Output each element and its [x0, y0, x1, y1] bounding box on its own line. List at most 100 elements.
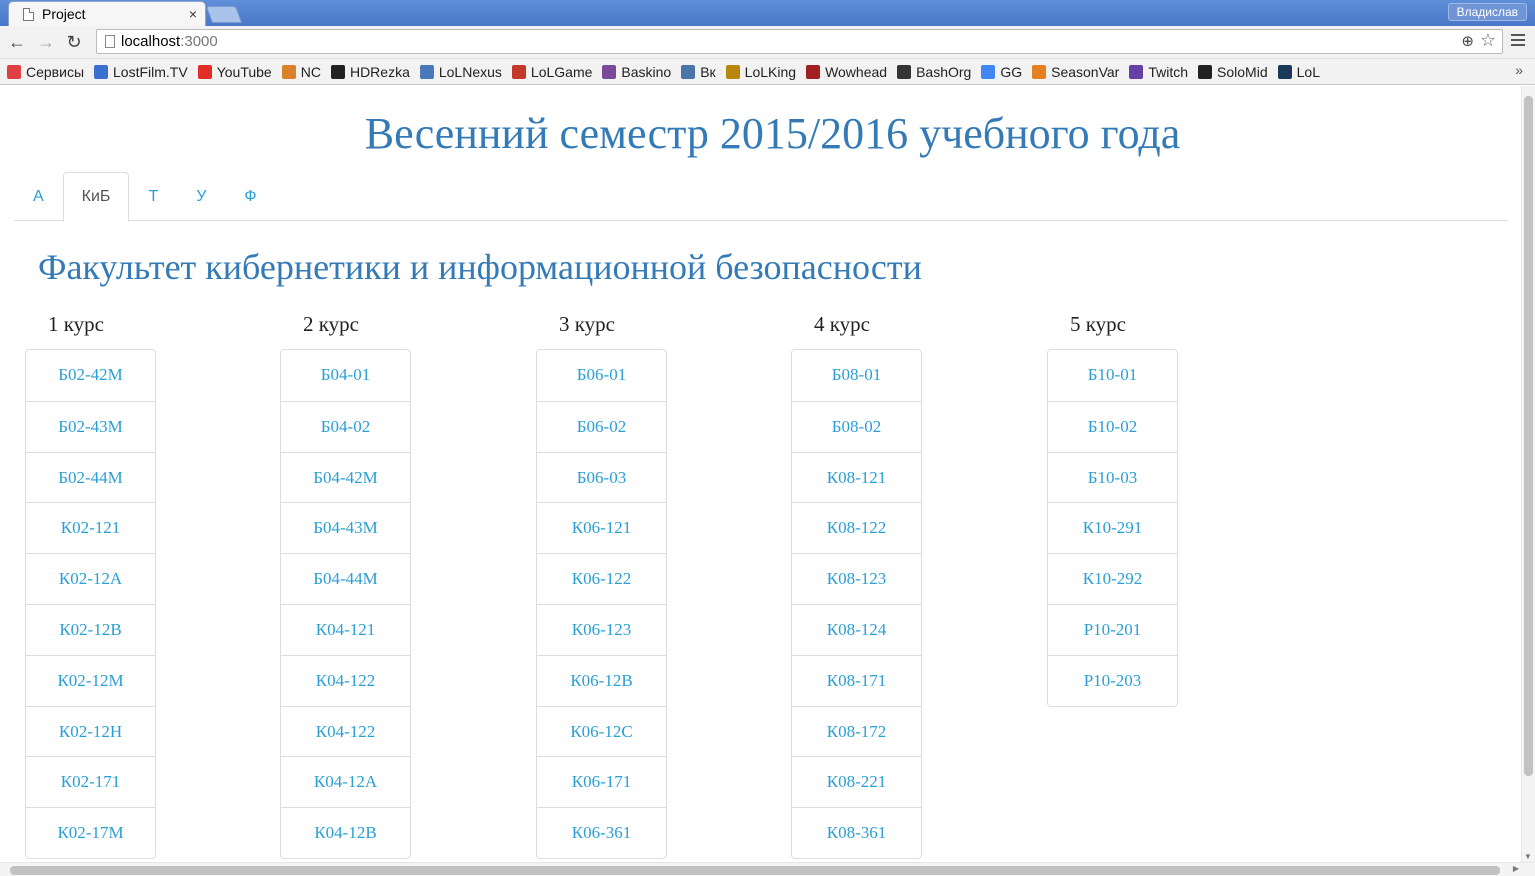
profile-button[interactable]: Владислав	[1447, 3, 1527, 21]
group-link[interactable]: Б04-01	[281, 350, 410, 401]
bookmark-item[interactable]: Wowhead	[806, 64, 887, 80]
group-link[interactable]: К06-12В	[537, 654, 666, 706]
group-link[interactable]: К04-12В	[281, 807, 410, 858]
group-link[interactable]: К06-361	[537, 807, 666, 858]
group-link[interactable]: К08-361	[792, 807, 921, 858]
group-link[interactable]: К04-122	[281, 705, 410, 757]
group-link[interactable]: Б04-42М	[281, 451, 410, 503]
back-arrow-icon[interactable]: ←	[6, 31, 28, 53]
bookmark-item[interactable]: BashOrg	[897, 64, 971, 80]
group-link[interactable]: Б10-02	[1048, 400, 1177, 452]
group-link[interactable]: К06-123	[537, 603, 666, 655]
bookmark-label: Сервисы	[26, 63, 85, 80]
group-link[interactable]: К08-171	[792, 654, 921, 706]
bookmark-item[interactable]: LostFilm.TV	[94, 64, 188, 80]
reload-icon[interactable]: ↻	[63, 31, 85, 53]
course-label: 1 курс	[48, 312, 104, 336]
group-link[interactable]: Б04-44М	[281, 553, 410, 604]
bookmark-item[interactable]: GG	[981, 64, 1022, 80]
group-link[interactable]: К04-122	[281, 654, 410, 706]
bookmark-item[interactable]: HDRezka	[330, 63, 410, 80]
group-link[interactable]: К08-221	[792, 756, 921, 807]
group-link[interactable]: К02-12М	[26, 654, 155, 706]
group-link[interactable]: К02-17М	[26, 807, 155, 858]
zoom-icon[interactable]: ⊕	[1461, 32, 1474, 50]
group-link[interactable]: К08-123	[792, 553, 921, 604]
address-bar[interactable]: localhost:3000 ⊕ ☆	[96, 29, 1503, 54]
group-link[interactable]: Р10-203	[1048, 654, 1177, 706]
bookmarks-overflow-icon[interactable]: »	[1515, 62, 1523, 78]
group-link[interactable]: К02-12А	[26, 553, 155, 604]
hamburger-menu-icon[interactable]	[1511, 34, 1525, 48]
bookmark-item[interactable]: LoLNexus	[419, 63, 502, 80]
group-link[interactable]: К02-121	[26, 502, 155, 553]
browser-titlebar: Project × Владислав	[0, 0, 1535, 26]
tab-faculty[interactable]: КиБ	[62, 172, 130, 222]
bookmark-label: Вк	[700, 63, 716, 80]
bookmark-item[interactable]: Сервисы	[7, 64, 84, 80]
group-link[interactable]: К08-124	[792, 603, 921, 655]
bookmark-item[interactable]: YouTube	[197, 64, 272, 80]
bookmark-label: SoloMid	[1217, 63, 1268, 80]
group-link[interactable]: К08-172	[792, 705, 921, 757]
forward-arrow-icon[interactable]: →	[35, 31, 57, 53]
group-list: Б06-01 Б06-02 Б06-03 К06-121 К06-122 К06-123 К…	[536, 349, 667, 859]
tab-faculty[interactable]: Ф	[225, 172, 275, 221]
browser-tab-active[interactable]: Project ×	[8, 1, 206, 26]
bookmark-item[interactable]: SeasonVar	[1032, 64, 1119, 80]
bookmark-label: HDRezka	[349, 63, 410, 80]
group-link[interactable]: К02-12Н	[26, 705, 155, 757]
group-link[interactable]: К06-12С	[537, 705, 666, 757]
group-link[interactable]: Р10-201	[1048, 603, 1177, 655]
bookmark-item[interactable]: SoloMid	[1198, 64, 1268, 80]
close-tab-icon[interactable]: ×	[189, 6, 197, 22]
lolgame-icon	[511, 64, 526, 79]
group-link[interactable]: Б08-02	[792, 400, 921, 452]
bookmark-label: LoLNexus	[438, 63, 502, 80]
group-link[interactable]: К10-292	[1048, 553, 1177, 604]
group-list: Б04-01 Б04-02 Б04-42М Б04-43М Б04-44М К04-121…	[280, 349, 411, 859]
group-link[interactable]: К02-171	[26, 756, 155, 807]
group-link[interactable]: К06-122	[537, 553, 666, 604]
scroll-right-arrow-icon[interactable]: ▶	[1513, 864, 1519, 873]
youtube-icon	[197, 64, 212, 79]
group-link[interactable]: Б10-03	[1048, 451, 1177, 503]
tab-faculty[interactable]: У	[177, 172, 225, 221]
group-link[interactable]: К08-122	[792, 502, 921, 553]
group-link[interactable]: К06-121	[537, 502, 666, 553]
group-link[interactable]: К04-121	[281, 603, 410, 655]
group-link[interactable]: Б02-43М	[26, 400, 155, 452]
group-link[interactable]: Б02-42М	[26, 350, 155, 401]
bookmark-star-icon[interactable]: ☆	[1480, 30, 1496, 51]
group-link[interactable]: Б06-02	[537, 400, 666, 452]
group-link[interactable]: К08-121	[792, 451, 921, 503]
group-link[interactable]: Б06-01	[537, 350, 666, 401]
bookmark-item[interactable]: LoLGame	[511, 64, 592, 80]
tab-faculty[interactable]: А	[14, 172, 63, 221]
bookmark-item[interactable]: Вк	[681, 63, 716, 80]
tab-faculty[interactable]: Т	[129, 172, 177, 221]
vertical-scroll-thumb[interactable]	[1524, 96, 1533, 776]
group-link[interactable]: Б04-43М	[281, 502, 410, 553]
vertical-scrollbar[interactable]: ▼	[1521, 86, 1535, 862]
bookmark-item[interactable]: Twitch	[1129, 64, 1188, 80]
group-link[interactable]: К02-12В	[26, 603, 155, 655]
group-link[interactable]: К06-171	[537, 756, 666, 807]
group-link[interactable]: Б04-02	[281, 400, 410, 452]
group-link[interactable]: К04-12А	[281, 756, 410, 807]
group-link[interactable]: Б10-01	[1048, 350, 1177, 401]
group-link[interactable]: Б06-03	[537, 451, 666, 503]
course-label: 4 курс	[814, 312, 870, 336]
bookmark-item[interactable]: Baskino	[602, 64, 671, 80]
group-link[interactable]: Б08-01	[792, 350, 921, 401]
new-tab-button[interactable]	[205, 6, 243, 23]
group-link[interactable]: К10-291	[1048, 502, 1177, 553]
seasonvar-icon	[1032, 64, 1047, 79]
horizontal-scroll-thumb[interactable]	[10, 866, 1500, 875]
bookmark-item[interactable]: LoLKing	[725, 64, 796, 80]
group-link[interactable]: Б02-44М	[26, 451, 155, 503]
scroll-down-arrow-icon[interactable]: ▼	[1524, 852, 1532, 861]
horizontal-scrollbar[interactable]: ▶	[0, 862, 1535, 876]
bookmark-item[interactable]: LoL	[1277, 64, 1320, 80]
bookmark-item[interactable]: NC	[281, 64, 321, 80]
